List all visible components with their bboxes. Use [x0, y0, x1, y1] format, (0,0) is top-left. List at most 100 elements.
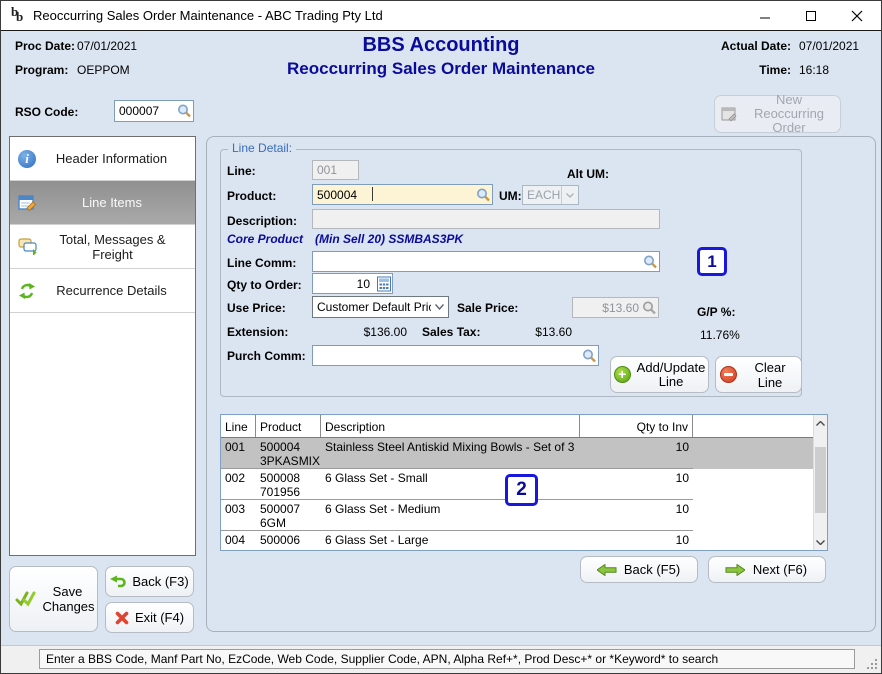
line-comm-field: [312, 251, 660, 272]
column-header-product[interactable]: Product: [256, 415, 321, 437]
line-number-input: [312, 160, 359, 180]
back-f5-label: Back (F5): [623, 562, 681, 577]
rso-search-icon[interactable]: [177, 104, 192, 119]
chevron-down-icon: [561, 186, 578, 204]
close-icon: [851, 10, 863, 22]
time-label: Time:: [713, 63, 791, 77]
arrow-left-icon: [597, 564, 617, 576]
window-title: Reoccurring Sales Order Maintenance - AB…: [33, 8, 383, 23]
annotation-marker-1: 1: [697, 247, 727, 276]
minimize-button[interactable]: [742, 1, 788, 30]
cell-product: 5000076GM: [256, 500, 321, 530]
column-header-line[interactable]: Line: [221, 415, 256, 437]
sidebar: Header Information Line Items Total, Mes…: [9, 136, 196, 556]
sidebar-item-total-messages-freight[interactable]: Total, Messages & Freight: [10, 225, 195, 269]
sidebar-item-label: Header Information: [36, 151, 187, 166]
back-f3-label: Back (F3): [132, 574, 188, 589]
next-f6-button[interactable]: Next (F6): [708, 556, 826, 583]
add-update-line-button[interactable]: Add/Update Line: [610, 356, 709, 393]
scroll-up-icon[interactable]: [814, 415, 827, 431]
column-header-description[interactable]: Description: [321, 415, 580, 437]
exit-f4-button[interactable]: Exit (F4): [105, 602, 194, 633]
line-number-field: [312, 160, 359, 180]
use-price-select[interactable]: Customer Default Price: [312, 296, 449, 318]
sale-price-label: Sale Price:: [457, 301, 518, 315]
line-comm-input[interactable]: [312, 251, 660, 272]
purch-comm-field: [312, 345, 599, 366]
purch-comm-input[interactable]: [312, 345, 599, 366]
cell-description: 6 Glass Set - Large: [321, 531, 580, 550]
marker-number: 2: [516, 479, 527, 501]
save-changes-label: Save Changes: [43, 584, 93, 614]
sidebar-item-line-items[interactable]: Line Items: [10, 181, 195, 225]
line-detail-legend: Line Detail:: [228, 141, 296, 155]
rso-code-label: RSO Code:: [15, 105, 78, 119]
sidebar-item-label: Total, Messages & Freight: [38, 232, 187, 262]
status-message: Enter a BBS Code, Manf Part No, EzCode, …: [39, 649, 855, 669]
close-button[interactable]: [834, 1, 880, 30]
maximize-icon: [805, 10, 817, 22]
um-label: UM:: [499, 189, 522, 203]
table-row[interactable]: 004 500006 6 Glass Set - Large 10: [221, 531, 827, 551]
table-scrollbar[interactable]: [813, 415, 827, 550]
back-f3-button[interactable]: Back (F3): [105, 566, 194, 597]
line-label: Line:: [227, 164, 256, 178]
back-arrow-icon: [110, 575, 126, 589]
cell-description: 6 Glass Set - Medium: [321, 500, 580, 530]
cell-qty: 10: [580, 531, 693, 550]
column-header-qty-to-inv[interactable]: Qty to Inv: [580, 415, 693, 437]
actual-date-value: 07/01/2021: [799, 39, 861, 53]
app-window: Reoccurring Sales Order Maintenance - AB…: [0, 0, 882, 674]
sidebar-item-header-information[interactable]: Header Information: [10, 137, 195, 181]
table-row[interactable]: 001 5000043PKASMIX Stainless Steel Antis…: [221, 438, 827, 469]
extension-label: Extension:: [227, 325, 288, 339]
actual-date-label: Actual Date:: [713, 39, 791, 53]
actual-date-row: Actual Date: 07/01/2021: [713, 39, 861, 53]
table-header-row: Line Product Description Qty to Inv: [221, 415, 827, 438]
status-bar: Enter a BBS Code, Manf Part No, EzCode, …: [1, 645, 881, 673]
scroll-down-icon[interactable]: [814, 534, 827, 550]
cell-line: 001: [221, 438, 256, 468]
title-bar: Reoccurring Sales Order Maintenance - AB…: [1, 1, 881, 31]
product-input[interactable]: [312, 184, 493, 205]
exit-f4-label: Exit (F4): [135, 610, 184, 625]
qty-to-order-field: [312, 273, 393, 294]
description-label: Description:: [227, 214, 297, 228]
sales-tax-label: Sales Tax:: [422, 325, 480, 339]
maximize-button[interactable]: [788, 1, 834, 30]
cell-line: 004: [221, 531, 256, 550]
extension-value: $136.00: [312, 325, 407, 339]
line-comm-search-icon[interactable]: [643, 254, 658, 269]
purch-comm-search-icon[interactable]: [582, 348, 597, 363]
cell-qty: 10: [580, 500, 693, 530]
use-price-value: Customer Default Price: [313, 300, 431, 314]
cell-product: 500008701956: [256, 469, 321, 499]
arrow-right-icon: [725, 564, 745, 576]
save-changes-button[interactable]: Save Changes: [9, 566, 98, 632]
purch-comm-label: Purch Comm:: [227, 349, 306, 363]
back-f5-button[interactable]: Back (F5): [580, 556, 698, 583]
calculator-icon[interactable]: [377, 276, 391, 291]
scrollbar-thumb[interactable]: [815, 447, 826, 513]
description-input: [312, 209, 660, 229]
new-order-icon: [721, 106, 738, 123]
core-product-note: (Min Sell 20) SSMBAS3PK: [315, 232, 463, 246]
new-order-label: New Reoccurring Order: [744, 93, 834, 135]
sidebar-item-recurrence-details[interactable]: Recurrence Details: [10, 269, 195, 313]
resize-grip-icon[interactable]: [865, 657, 877, 669]
marker-number: 1: [707, 252, 716, 272]
description-field: [312, 209, 660, 229]
alt-um-label: Alt UM:: [567, 167, 609, 181]
info-icon: [18, 150, 36, 168]
product-field: [312, 184, 493, 205]
line-items-icon: [18, 194, 37, 212]
cell-description: Stainless Steel Antiskid Mixing Bowls - …: [321, 438, 580, 468]
cell-product: 500006: [256, 531, 321, 550]
product-label: Product:: [227, 189, 276, 203]
product-search-icon[interactable]: [476, 187, 491, 202]
new-reoccurring-order-button: New Reoccurring Order: [714, 95, 841, 133]
cell-qty: 10: [580, 469, 693, 499]
recurrence-icon: [18, 282, 36, 300]
clear-line-button[interactable]: Clear Line: [715, 356, 802, 393]
gp-percent-label: G/P %:: [697, 305, 735, 319]
